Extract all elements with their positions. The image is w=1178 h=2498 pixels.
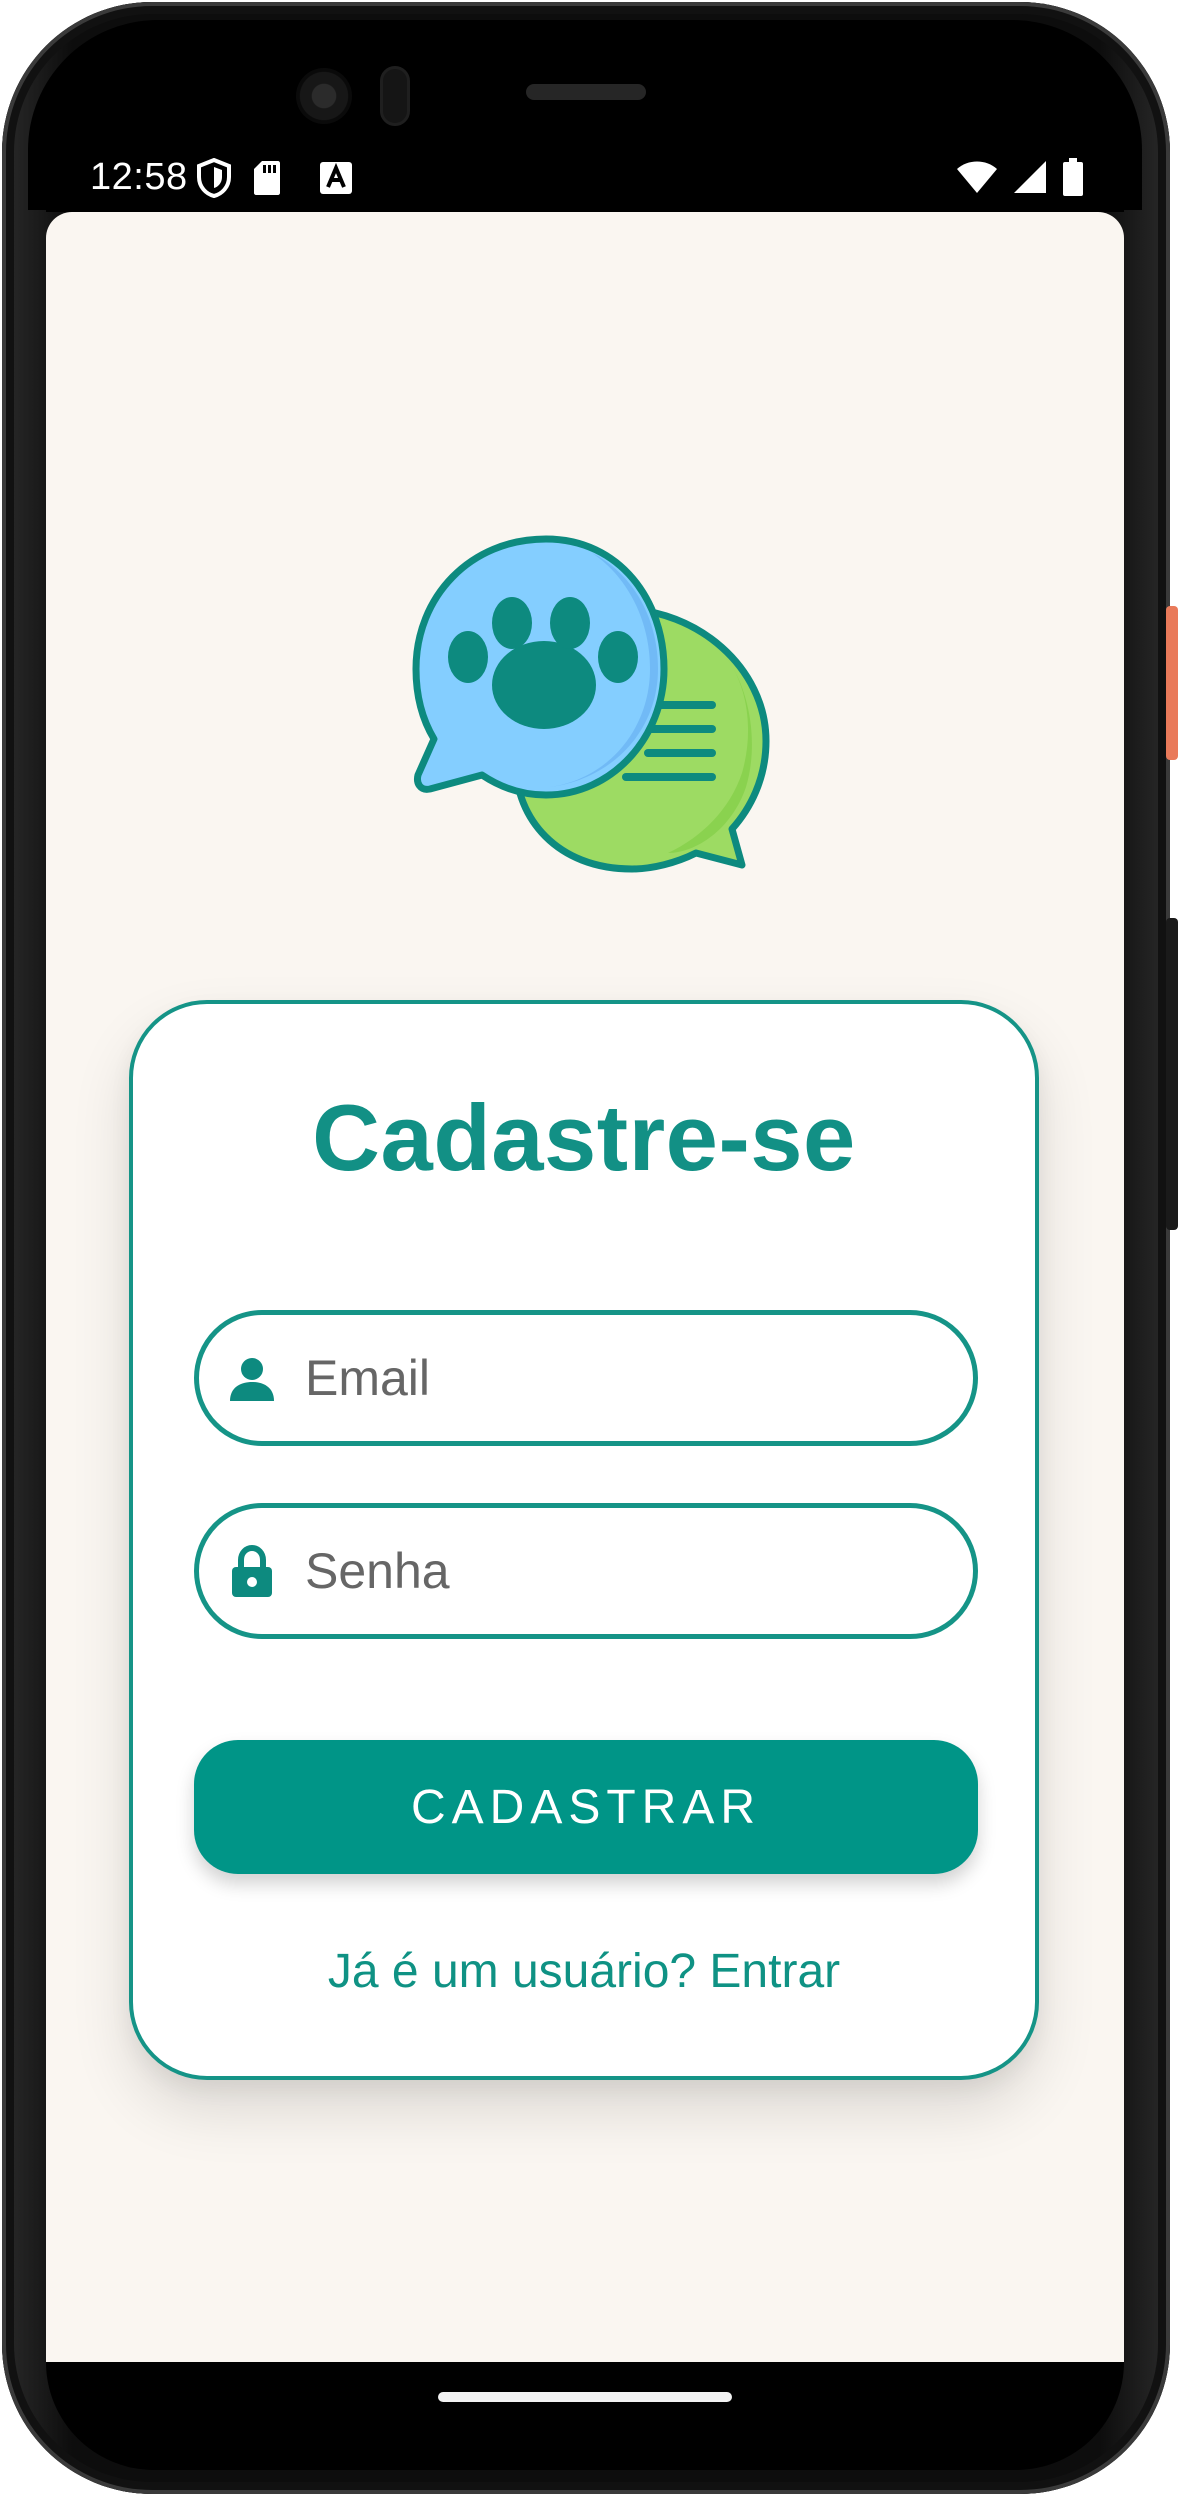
battery-icon bbox=[1063, 158, 1083, 196]
shield-icon bbox=[197, 158, 231, 198]
proximity-sensor bbox=[380, 66, 410, 126]
sd-card-icon bbox=[254, 161, 280, 195]
status-bar: 12:58 bbox=[46, 146, 1124, 212]
person-icon bbox=[230, 1358, 274, 1401]
email-field-container[interactable] bbox=[194, 1310, 978, 1446]
volume-button bbox=[1166, 918, 1178, 1230]
navigation-bar bbox=[46, 2362, 1124, 2470]
front-camera bbox=[296, 68, 352, 124]
password-field[interactable] bbox=[305, 1508, 955, 1634]
login-link[interactable]: Já é um usuário? Entrar bbox=[133, 1944, 1035, 1999]
page-title: Cadastre-se bbox=[312, 1085, 856, 1190]
paw-chat-bubbles-icon bbox=[412, 535, 770, 873]
app-screen: Cadastre-se CADASTRAR Já é um usuário? E… bbox=[46, 212, 1124, 2362]
text-a-icon bbox=[320, 162, 352, 194]
wifi-icon bbox=[957, 161, 997, 193]
status-time: 12:58 bbox=[90, 156, 188, 198]
lock-icon bbox=[232, 1544, 272, 1597]
password-field-container[interactable] bbox=[194, 1503, 978, 1639]
home-gesture-handle[interactable] bbox=[438, 2392, 732, 2402]
email-field[interactable] bbox=[305, 1315, 955, 1441]
cell-signal-icon bbox=[1014, 161, 1046, 193]
signup-card: Cadastre-se CADASTRAR Já é um usuário? E… bbox=[129, 1000, 1039, 2080]
status-icons-right bbox=[956, 158, 1084, 196]
status-icons-left bbox=[196, 158, 354, 198]
power-button bbox=[1166, 606, 1178, 760]
signup-button[interactable]: CADASTRAR bbox=[194, 1740, 978, 1874]
earpiece-speaker bbox=[526, 84, 646, 100]
